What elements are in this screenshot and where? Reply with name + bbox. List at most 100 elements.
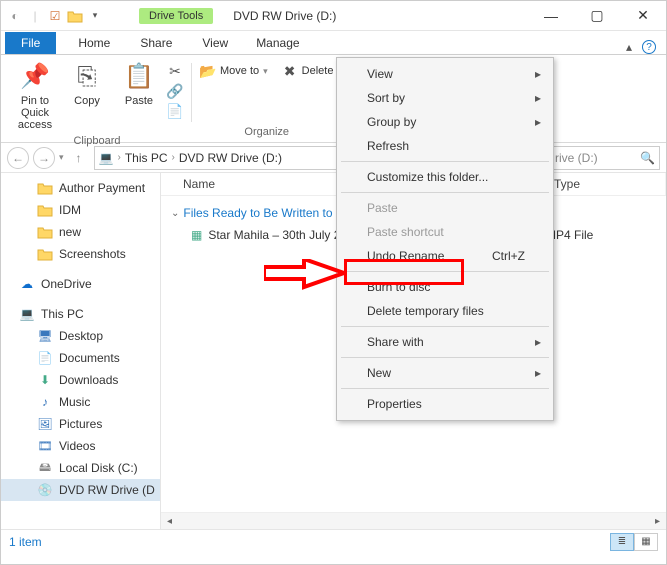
sidebar-item-videos[interactable]: 🎞Videos [1, 435, 160, 457]
delete-icon: ✖ [282, 63, 298, 79]
menu-sort-by[interactable]: Sort by▸ [339, 86, 551, 110]
qat-newfolder-icon[interactable] [67, 8, 83, 24]
paste-label: Paste [125, 95, 153, 107]
paste-shortcut-button[interactable]: 📄 [167, 101, 183, 121]
onedrive-icon: ☁ [19, 276, 35, 292]
horizontal-scrollbar[interactable]: ◂ ▸ [161, 512, 666, 529]
close-button[interactable]: ✕ [620, 1, 666, 31]
sidebar-item-pictures[interactable]: 🖼Pictures [1, 413, 160, 435]
tab-share[interactable]: Share [132, 32, 180, 54]
dvd-icon: 💿 [37, 482, 53, 498]
menu-refresh[interactable]: Refresh [339, 134, 551, 158]
forward-button[interactable]: → [33, 147, 55, 169]
cut-button[interactable]: ✂ [167, 61, 183, 81]
sidebar-item-this-pc[interactable]: 💻This PC [1, 303, 160, 325]
search-input[interactable]: rive (D:) 🔍 [550, 146, 660, 170]
menu-view[interactable]: View▸ [339, 62, 551, 86]
ribbon-collapse-icon[interactable]: ▴ [626, 40, 632, 54]
scissors-icon: ✂ [167, 63, 183, 79]
search-icon: 🔍 [640, 151, 655, 165]
menu-properties[interactable]: Properties [339, 392, 551, 416]
moveto-icon: 📂 [200, 63, 216, 79]
context-menu: View▸ Sort by▸ Group by▸ Refresh Customi… [336, 57, 554, 421]
sidebar-item-screenshots[interactable]: Screenshots [1, 243, 160, 265]
pin-icon: 📌 [19, 61, 51, 93]
submenu-arrow-icon: ▸ [535, 91, 541, 105]
help-icon[interactable]: ? [642, 40, 656, 54]
app-icon[interactable]: ◐ [7, 8, 23, 24]
details-view-button[interactable]: ≣ [610, 533, 634, 551]
sidebar-item-music[interactable]: ♪Music [1, 391, 160, 413]
sidebar-item-desktop[interactable]: 🖥Desktop [1, 325, 160, 347]
column-type[interactable]: Type [546, 173, 666, 195]
scroll-right-icon[interactable]: ▸ [649, 516, 666, 527]
menu-paste: Paste [339, 196, 551, 220]
menu-new[interactable]: New▸ [339, 361, 551, 385]
menu-paste-shortcut: Paste shortcut [339, 220, 551, 244]
tab-file[interactable]: File [5, 32, 56, 54]
menu-share-with[interactable]: Share with▸ [339, 330, 551, 354]
sidebar-item-new[interactable]: new [1, 221, 160, 243]
submenu-arrow-icon: ▸ [535, 366, 541, 380]
documents-icon: 📄 [37, 350, 53, 366]
sidebar-item-downloads[interactable]: ⬇Downloads [1, 369, 160, 391]
tab-manage[interactable]: Manage [248, 32, 307, 54]
file-name: Star Mahila – 30th July 20 [208, 228, 347, 242]
maximize-button[interactable]: ▢ [574, 1, 620, 31]
sidebar-item-dvd-drive[interactable]: 💿DVD RW Drive (D [1, 479, 160, 501]
menu-undo-rename[interactable]: Undo RenameCtrl+Z [339, 244, 551, 268]
copy-path-button[interactable]: 🔗 [167, 81, 183, 101]
breadcrumb-this-pc[interactable]: This PC [125, 151, 168, 165]
pc-icon: 💻 [19, 306, 35, 322]
menu-burn-to-disc[interactable]: Burn to disc [339, 275, 551, 299]
qat-dropdown-icon[interactable]: ▾ [87, 8, 103, 24]
recent-dropdown-icon[interactable]: ▾ [59, 152, 64, 163]
qat-properties-icon[interactable]: ☑ [47, 8, 63, 24]
minimize-button[interactable]: — [528, 1, 574, 31]
tab-view[interactable]: View [194, 32, 236, 54]
pin-to-quick-access-button[interactable]: 📌 Pin to Quick access [11, 59, 59, 133]
sidebar-item-documents[interactable]: 📄Documents [1, 347, 160, 369]
address-bar: ← → ▾ ↑ 💻 › This PC › DVD RW Drive (D:) … [1, 143, 666, 173]
navigation-pane[interactable]: Author Payment IDM new Screenshots ☁OneD… [1, 173, 161, 529]
status-bar: 1 item ≣ ▦ [1, 529, 666, 553]
ribbon-tabs: File Home Share View Manage ▴ ? [1, 31, 666, 55]
sidebar-item-local-disk[interactable]: 🖴Local Disk (C:) [1, 457, 160, 479]
title-bar: ◐ | ☑ ▾ Drive Tools DVD RW Drive (D:) — … [1, 1, 666, 31]
ribbon-group-organize: 📂Move to ▾ ✖Delete Organize [194, 59, 339, 142]
menu-group-by[interactable]: Group by▸ [339, 110, 551, 134]
window-title: DVD RW Drive (D:) [233, 9, 336, 23]
paste-button[interactable]: 📋 Paste [115, 59, 163, 109]
copy-button[interactable]: ⎘ Copy [63, 59, 111, 109]
large-icons-view-button[interactable]: ▦ [634, 533, 658, 551]
delete-button[interactable]: ✖Delete [282, 61, 334, 81]
breadcrumb-drive[interactable]: DVD RW Drive (D:) [179, 151, 282, 165]
downloads-icon: ⬇ [37, 372, 53, 388]
window-controls: — ▢ ✕ [528, 1, 666, 31]
menu-customize-folder[interactable]: Customize this folder... [339, 165, 551, 189]
submenu-arrow-icon: ▸ [535, 335, 541, 349]
pin-label: Pin to Quick access [13, 95, 57, 131]
disk-icon: 🖴 [37, 460, 53, 476]
tab-home[interactable]: Home [70, 32, 118, 54]
paste-icon: 📋 [123, 61, 155, 93]
quick-access-toolbar: ◐ | ☑ ▾ [1, 8, 109, 24]
music-icon: ♪ [37, 394, 53, 410]
organize-group-label: Organize [200, 124, 333, 142]
file-type: MP4 File [546, 228, 666, 242]
sidebar-item-onedrive[interactable]: ☁OneDrive [1, 273, 160, 295]
drive-tools-contextual-tab[interactable]: Drive Tools [139, 8, 213, 24]
chevron-down-icon: ⌄ [171, 208, 179, 219]
submenu-arrow-icon: ▸ [535, 115, 541, 129]
ribbon: 📌 Pin to Quick access ⎘ Copy 📋 Paste ✂ 🔗… [1, 55, 666, 143]
sidebar-item-idm[interactable]: IDM [1, 199, 160, 221]
content-area: Author Payment IDM new Screenshots ☁OneD… [1, 173, 666, 529]
pictures-icon: 🖼 [37, 416, 53, 432]
shortcut-icon: 📄 [167, 103, 183, 119]
back-button[interactable]: ← [7, 147, 29, 169]
move-to-button[interactable]: 📂Move to ▾ [200, 61, 268, 81]
up-button[interactable]: ↑ [68, 147, 90, 169]
scroll-left-icon[interactable]: ◂ [161, 516, 178, 527]
menu-delete-temporary-files[interactable]: Delete temporary files [339, 299, 551, 323]
sidebar-item-author-payment[interactable]: Author Payment [1, 177, 160, 199]
